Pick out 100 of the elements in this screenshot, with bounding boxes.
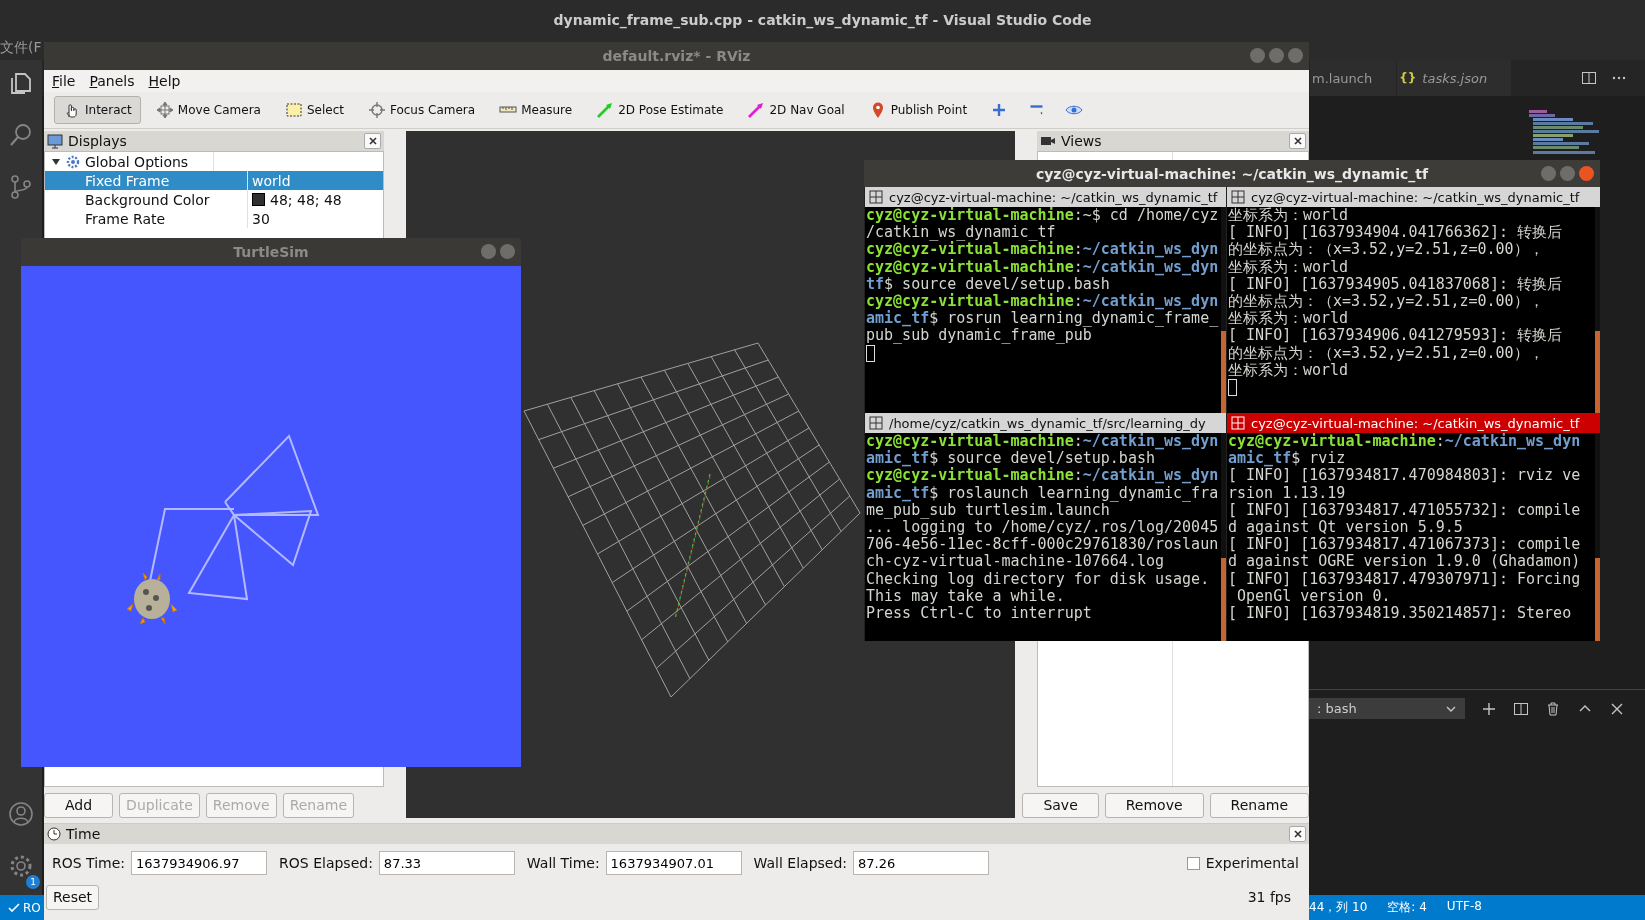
menu-item[interactable]: Panels [89, 73, 135, 89]
minimize-button[interactable] [1250, 48, 1265, 63]
minimize-button[interactable] [481, 244, 496, 259]
property-value[interactable]: world [252, 172, 291, 189]
add-icon[interactable] [1481, 700, 1497, 717]
editor-tab[interactable]: m.launch [1310, 60, 1398, 96]
terminal-line: Checking log directory for disk usage. [866, 570, 1211, 588]
tool-button[interactable]: Publish Point [859, 96, 977, 124]
gear-icon [66, 154, 80, 169]
terminal-line: [ INFO] [1637934819.350214857]: Stereo [1228, 605, 1573, 623]
window-title: dynamic_frame_sub.cpp - catkin_ws_dynamic_tf - Visual Studio Code [0, 0, 1645, 36]
menu-item[interactable]: 文件(F [0, 39, 42, 57]
terminal-line: [ INFO] [1637934817.479307971]: Forcing [1228, 570, 1582, 588]
field-label: ROS Elapsed: [279, 855, 373, 871]
terminal-line: 的坐标点为：（x=3.52,y=2.51,z=0.00）， [1228, 293, 1545, 310]
window-title: default.rviz* - RViz [602, 48, 751, 64]
close-icon [1293, 137, 1302, 145]
close-button[interactable] [1289, 133, 1306, 149]
maximize-button[interactable] [1269, 48, 1284, 63]
expander-icon[interactable] [51, 156, 61, 167]
window-title: TurtleSim [233, 244, 309, 260]
maximize-button[interactable] [1560, 166, 1575, 181]
files-icon[interactable] [8, 70, 34, 96]
terminal-line: rsion 1.13.19 [1228, 484, 1347, 502]
reset-button[interactable]: Reset [46, 884, 100, 910]
terminal-line: cyz@cyz-virtual-machine:~/catkin_ws_dyn [1228, 433, 1582, 451]
search-icon[interactable] [8, 122, 34, 148]
pane-grid-icon [869, 190, 883, 204]
terminal-line: /catkin_ws_dynamic_tf [866, 224, 1056, 242]
property-value[interactable]: 48; 48; 48 [270, 191, 342, 208]
terminal-line: 的坐标点为：（x=3.52,y=2.51,z=0.00）， [1228, 241, 1545, 259]
tool-button[interactable]: 2D Nav Goal [738, 96, 854, 124]
terminal-line: d against Qt version 5.9.5 [1228, 519, 1464, 537]
terminal-line: me_pub_sub turtlesim.launch [866, 501, 1110, 519]
field-label: Wall Time: [526, 855, 600, 871]
close-icon [1293, 830, 1302, 838]
panel-button[interactable]: Save [1022, 792, 1099, 818]
property-row[interactable]: Frame Rate 30 [45, 209, 383, 228]
move-icon [155, 101, 174, 119]
status-item[interactable]: UTF-8 [1446, 899, 1482, 916]
checkbox[interactable] [1186, 856, 1200, 870]
tool-button[interactable]: Measure [490, 96, 582, 124]
panel-button[interactable]: Rename [1209, 792, 1309, 818]
status-item[interactable]: 空格: 4 [1387, 899, 1427, 916]
terminal-line: cyz@cyz-virtual-machine:~/catkin_ws_dyn [866, 293, 1220, 311]
source-control-icon[interactable] [8, 174, 34, 200]
check-icon [8, 901, 20, 914]
tool-button[interactable]: Move Camera [146, 96, 270, 124]
property-name: Fixed Frame [85, 172, 170, 189]
field-label: ROS Time: [52, 855, 126, 871]
pane-grid-icon [869, 416, 883, 430]
terminal-line: d against OGRE version 1.9.0 (Ghadamon) [1228, 553, 1582, 571]
terminal-pane-tab[interactable]: cyz@cyz-virtual-machine: ~/catkin_ws_dynamic_tf [1227, 187, 1600, 207]
terminal-pane-tab[interactable]: /home/cyz/catkin_ws_dynamic_tf/src/learning_dy [865, 413, 1226, 433]
split-icon[interactable] [1513, 700, 1529, 717]
clock-icon [47, 827, 61, 841]
terminal-pane-tab[interactable]: cyz@cyz-virtual-machine: ~/catkin_ws_dynamic_tf [1227, 413, 1600, 433]
panel-button[interactable]: Add [44, 792, 114, 818]
terminal-line: [ INFO] [1637934906.041279593]: 转换后 [1228, 327, 1563, 345]
status-item[interactable]: RO [0, 900, 41, 915]
pane-grid-icon [1231, 190, 1245, 204]
editor-tab[interactable]: {} tasks.json [1397, 60, 1513, 96]
terminal-line: ch-cyz-virtual-machine-107664.log [866, 553, 1165, 571]
terminal-line: This may take a while. [866, 587, 1066, 606]
menu-item[interactable]: Help [148, 73, 181, 89]
terminal-line: amic_tf$ rosrun learning_dynamic_frame_ [866, 310, 1220, 328]
terminal-line: 坐标系为：world [1228, 207, 1350, 225]
trash-icon[interactable] [1545, 700, 1561, 717]
account-icon[interactable] [8, 801, 34, 827]
tree-item[interactable]: Global Options [85, 153, 189, 170]
time-field[interactable]: 1637934907.01 [605, 851, 742, 875]
menu-item[interactable]: File [52, 73, 76, 89]
time-field[interactable]: 87.33 [378, 851, 515, 875]
tool-button[interactable]: Focus Camera [358, 96, 485, 124]
terminal-pane-tab[interactable]: cyz@cyz-virtual-machine: ~/catkin_ws_dynamic_tf [865, 187, 1226, 207]
close-button[interactable] [1289, 826, 1306, 842]
tool-button[interactable]: Interact [54, 96, 141, 124]
minimize-button[interactable] [1541, 166, 1556, 181]
time-field[interactable]: 87.26 [853, 851, 990, 875]
close-button[interactable] [364, 133, 381, 149]
property-row[interactable]: Background Color 48; 48; 48 [45, 190, 383, 209]
property-value[interactable]: 30 [252, 210, 270, 227]
split-editor-icon[interactable] [1581, 70, 1597, 86]
property-row[interactable]: Fixed Frame world [45, 171, 383, 190]
crosshair-icon [367, 101, 386, 119]
settings-icon[interactable] [8, 853, 34, 879]
tool-button[interactable]: 2D Pose Estimate [587, 96, 733, 124]
terminal-line: cyz@cyz-virtual-machine:~/catkin_ws_dyn [866, 241, 1220, 259]
terminal-line: cyz@cyz-virtual-machine:~$ cd /home/cyz [866, 207, 1220, 225]
panel-button[interactable]: Remove [1104, 792, 1204, 818]
turtle-icon [126, 572, 178, 625]
terminal-line: pub_sub dynamic_frame_pub [866, 327, 1092, 345]
time-field[interactable]: 1637934906.97 [131, 851, 268, 875]
terminal-dropdown[interactable]: : bash [1309, 698, 1465, 719]
status-item[interactable]: 44，列 10 [1309, 899, 1368, 916]
panel-title: Time [66, 826, 101, 842]
color-swatch[interactable] [252, 193, 265, 206]
terminal-line: cyz@cyz-virtual-machine:~/catkin_ws_dyn [866, 467, 1220, 485]
tool-button[interactable]: Select [275, 96, 353, 124]
fps-label: 31 fps [1247, 889, 1291, 905]
